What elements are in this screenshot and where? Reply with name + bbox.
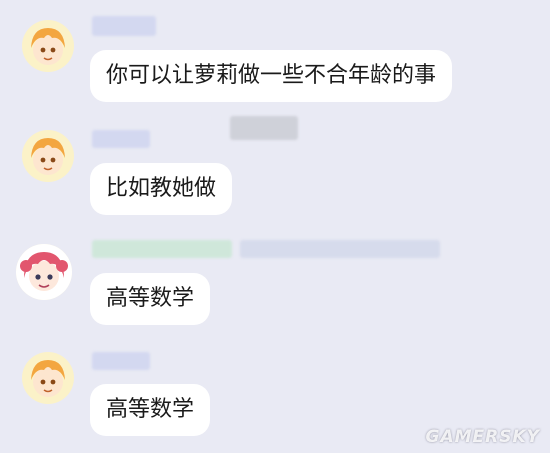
pink-hair-avatar-icon [16, 244, 72, 300]
message-text: 比如教她做 [106, 176, 217, 201]
avatar-orange-hair[interactable] [22, 352, 74, 404]
blurred-username [92, 352, 150, 370]
message-text: 你可以让萝莉做一些不合年龄的事 [106, 63, 437, 88]
blurred-username [92, 16, 156, 36]
message-text: 高等数学 [106, 397, 195, 422]
avatar-pink-hair[interactable] [16, 244, 72, 300]
blurred-group-title [230, 116, 298, 140]
avatar-orange-hair[interactable] [22, 130, 74, 182]
watermark: GAMERSKY [425, 427, 540, 447]
blurred-username [92, 240, 232, 258]
message-bubble[interactable]: 高等数学 [90, 273, 211, 325]
message-bubble[interactable]: 高等数学 [90, 384, 211, 436]
avatar-orange-hair[interactable] [22, 20, 74, 72]
message-bubble[interactable]: 你可以让萝莉做一些不合年龄的事 [90, 50, 453, 102]
orange-hair-avatar-icon [31, 360, 65, 397]
orange-hair-avatar-icon [31, 28, 65, 65]
orange-hair-avatar-icon [31, 138, 65, 175]
blurred-username [240, 240, 440, 258]
blurred-username [92, 130, 150, 148]
message-text: 高等数学 [106, 286, 195, 311]
message-bubble[interactable]: 比如教她做 [90, 163, 233, 215]
